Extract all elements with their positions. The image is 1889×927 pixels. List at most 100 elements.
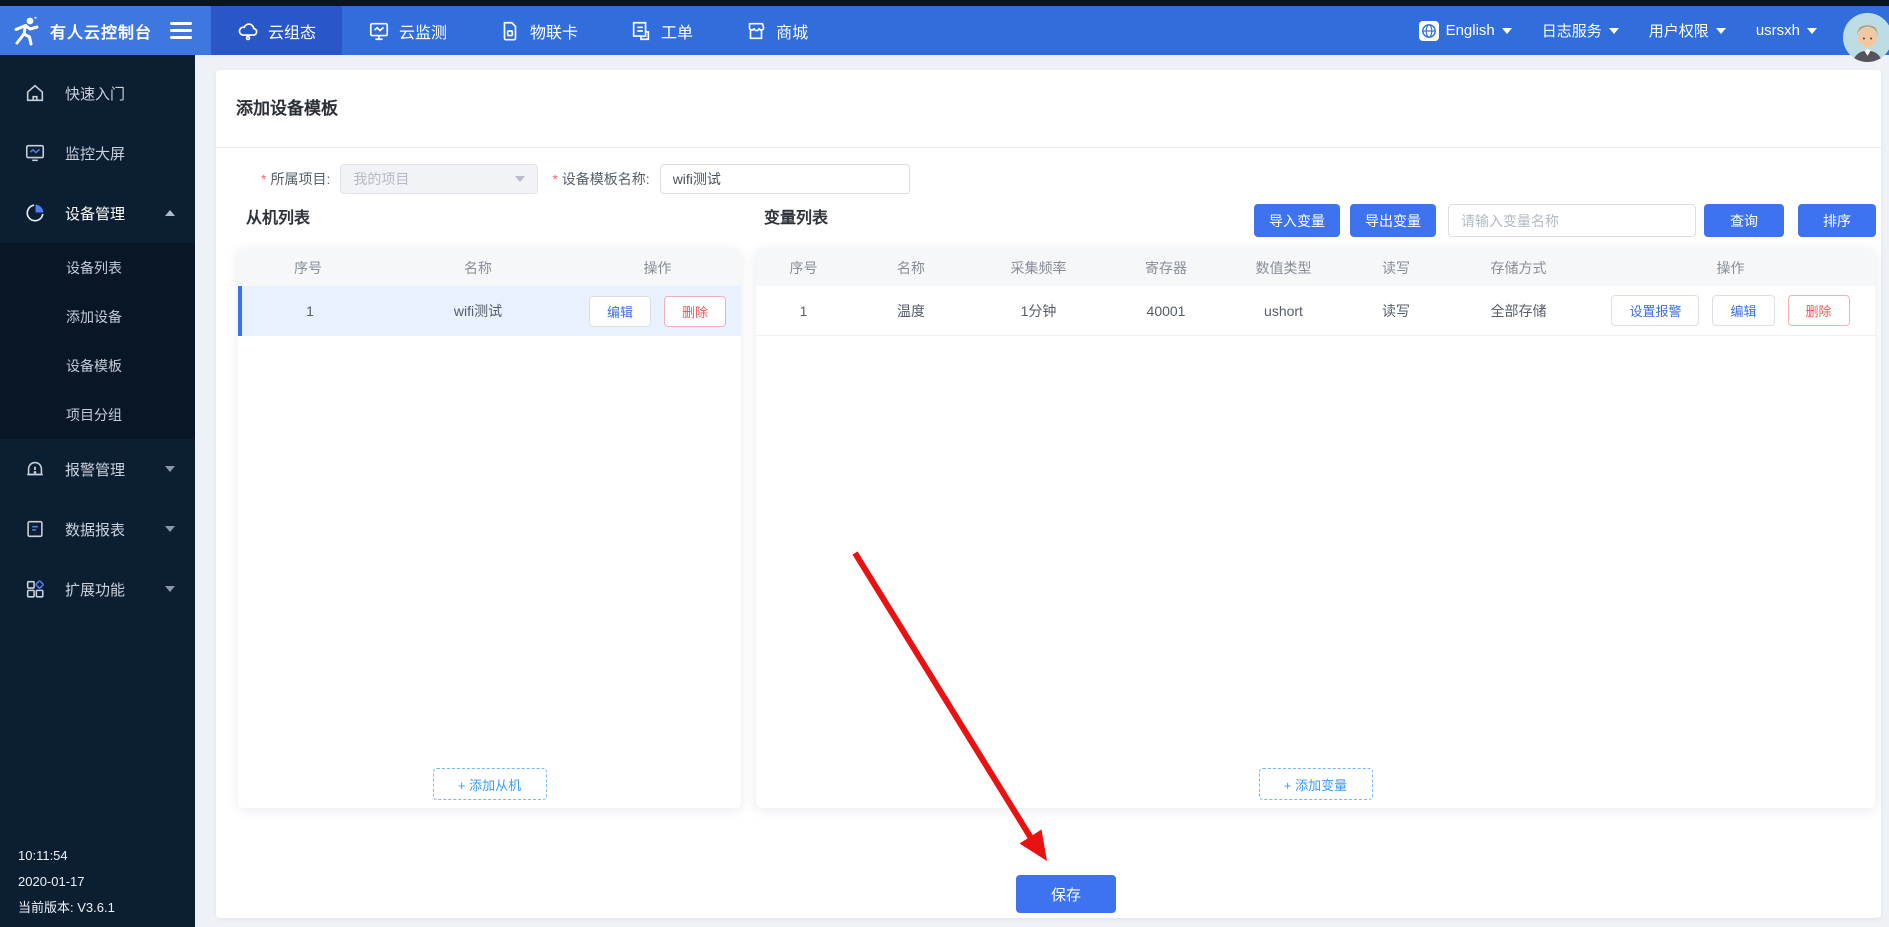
template-name-input[interactable] (659, 164, 910, 194)
variable-rw: 读写 (1382, 302, 1410, 319)
sidebar-item-label: 监控大屏 (65, 145, 126, 163)
variable-table-row[interactable]: 1 温度 1分钟 40001 ushort 读写 全部存储 设置报警 编辑 删除 (756, 286, 1875, 336)
delete-slave-button[interactable]: 删除 (664, 295, 727, 327)
sort-button[interactable]: 排序 (1798, 204, 1876, 237)
chevron-down-icon (165, 466, 175, 472)
brand-area[interactable]: 有人云控制台 (0, 6, 211, 55)
column-header: 名称 (897, 259, 925, 276)
language-switcher[interactable]: English (1418, 20, 1512, 41)
column-header: 操作 (643, 259, 672, 276)
edit-slave-button[interactable]: 编辑 (588, 295, 651, 327)
chevron-down-icon (165, 586, 175, 592)
sidebar-item-alarm-management[interactable]: 报警管理 (0, 439, 195, 499)
tab-label: 商城 (776, 24, 809, 42)
sidebar-item-label: 扩展功能 (65, 581, 126, 599)
export-variables-button[interactable]: 导出变量 (1350, 204, 1436, 237)
navbar-right: English 日志服务 用户权限 usrsxh (1418, 6, 1889, 55)
slave-index: 1 (306, 303, 314, 319)
main-content-card: 添加设备模板 * 所属项目: 我的项目 * 设备模板名称: 从机列表 序号 名称… (216, 70, 1881, 918)
tab-label: 物联卡 (530, 24, 579, 42)
sidebar-item-quick-start[interactable]: 快速入门 (0, 63, 195, 123)
variable-actions: 设置报警 编辑 删除 (1586, 295, 1875, 326)
sidebar-item-add-device[interactable]: 添加设备 (0, 292, 195, 341)
sidebar-item-extensions[interactable]: 扩展功能 (0, 559, 195, 619)
column-header: 采集频率 (1010, 259, 1067, 276)
column-header: 序号 (789, 259, 818, 276)
sidebar-item-data-report[interactable]: 数据报表 (0, 499, 195, 559)
avatar[interactable] (1843, 13, 1889, 62)
sidebar-item-device-template[interactable]: 设备模板 (0, 341, 195, 390)
sidebar-item-device-management[interactable]: 设备管理 (0, 183, 195, 243)
tab-cloud-monitor[interactable]: 云监测 (342, 6, 473, 55)
sim-card-icon (499, 20, 521, 42)
variable-storage: 全部存储 (1490, 302, 1547, 319)
title-divider (216, 147, 1881, 148)
brand-title: 有人云控制台 (50, 24, 153, 42)
log-service-menu[interactable]: 日志服务 (1542, 20, 1619, 41)
monitor-icon (368, 20, 390, 42)
project-select[interactable]: 我的项目 (340, 164, 539, 194)
variable-index: 1 (799, 302, 808, 319)
slave-name: wifi测试 (453, 303, 503, 319)
column-header: 存储方式 (1490, 259, 1547, 276)
variable-toolbar: 导入变量 导出变量 查询 排序 (1254, 204, 1876, 237)
chevron-down-icon (1807, 27, 1817, 34)
user-permission-label: 用户权限 (1648, 23, 1709, 40)
log-service-label: 日志服务 (1541, 23, 1602, 40)
sidebar-item-device-list[interactable]: 设备列表 (0, 243, 195, 292)
current-time: 10:11:54 (18, 848, 68, 863)
main-nav-tabs: 云组态 云监测 物联卡 工单 商城 (211, 6, 834, 55)
variable-list-panel: 序号 名称 采集频率 寄存器 数值类型 读写 存储方式 操作 1 温度 1分钟 … (756, 249, 1875, 808)
add-variable-label: + 添加变量 (1283, 777, 1348, 793)
page-title: 添加设备模板 (236, 99, 338, 118)
column-header: 序号 (294, 259, 322, 276)
delete-variable-button[interactable]: 删除 (1787, 295, 1850, 326)
chevron-down-icon (515, 176, 526, 182)
tab-mall[interactable]: 商城 (719, 6, 834, 55)
menu-toggle-icon[interactable] (170, 22, 193, 39)
submenu-label: 添加设备 (66, 308, 122, 325)
sidebar-item-project-group[interactable]: 项目分组 (0, 390, 195, 439)
tab-cloud-scada[interactable]: 云组态 (211, 6, 343, 55)
user-menu[interactable]: usrsxh (1756, 22, 1817, 39)
device-management-submenu: 设备列表 添加设备 设备模板 项目分组 (0, 243, 195, 439)
submenu-label: 设备列表 (66, 259, 122, 276)
variable-search-input[interactable] (1448, 204, 1696, 237)
alarm-icon (24, 458, 46, 480)
slave-actions: 编辑 删除 (578, 295, 737, 327)
top-navbar: 有人云控制台 云组态 云监测 物联卡 工单 商城 English 日志服务 用户… (0, 6, 1889, 62)
sidebar-item-label: 快速入门 (65, 85, 126, 103)
report-icon (24, 518, 46, 540)
column-header: 操作 (1716, 259, 1745, 276)
language-label: English (1445, 22, 1495, 39)
username-label: usrsxh (1755, 22, 1800, 39)
sidebar-item-label: 报警管理 (65, 461, 126, 479)
tab-iot-card[interactable]: 物联卡 (473, 6, 604, 55)
variable-table-header: 序号 名称 采集频率 寄存器 数值类型 读写 存储方式 操作 (756, 249, 1875, 286)
query-button[interactable]: 查询 (1704, 204, 1784, 237)
required-mark: * (552, 171, 558, 187)
variable-data-type: ushort (1264, 302, 1303, 319)
app-root: 有人云控制台 云组态 云监测 物联卡 工单 商城 English 日志服务 用户… (0, 0, 1889, 927)
chevron-up-icon (165, 210, 175, 216)
sidebar-item-monitor-screen[interactable]: 监控大屏 (0, 123, 195, 183)
globe-icon (1418, 20, 1439, 41)
tab-work-order[interactable]: 工单 (604, 6, 719, 55)
sidebar-footer: 10:11:54 2020-01-17 当前版本: V3.6.1 (18, 843, 115, 921)
project-select-value: 我的项目 (353, 171, 410, 187)
edit-variable-button[interactable]: 编辑 (1712, 295, 1775, 326)
add-slave-button[interactable]: + 添加从机 (432, 768, 547, 800)
usr-logo-icon (13, 16, 40, 46)
add-variable-button[interactable]: + 添加变量 (1258, 768, 1373, 800)
slave-table-row[interactable]: 1 wifi测试 编辑 删除 (238, 286, 741, 336)
column-header: 名称 (464, 259, 492, 276)
user-permission-menu[interactable]: 用户权限 (1649, 20, 1726, 41)
extensions-icon (24, 578, 46, 600)
add-slave-label: + 添加从机 (457, 777, 522, 793)
save-button[interactable]: 保存 (1016, 875, 1116, 913)
sidebar: 快速入门 监控大屏 设备管理 设备列表 添加设备 设备模板 项目分组 报警管理 … (0, 55, 195, 927)
chevron-down-icon (1715, 27, 1726, 34)
store-icon (745, 20, 767, 42)
set-alarm-button[interactable]: 设置报警 (1611, 295, 1700, 326)
import-variables-button[interactable]: 导入变量 (1254, 204, 1340, 237)
